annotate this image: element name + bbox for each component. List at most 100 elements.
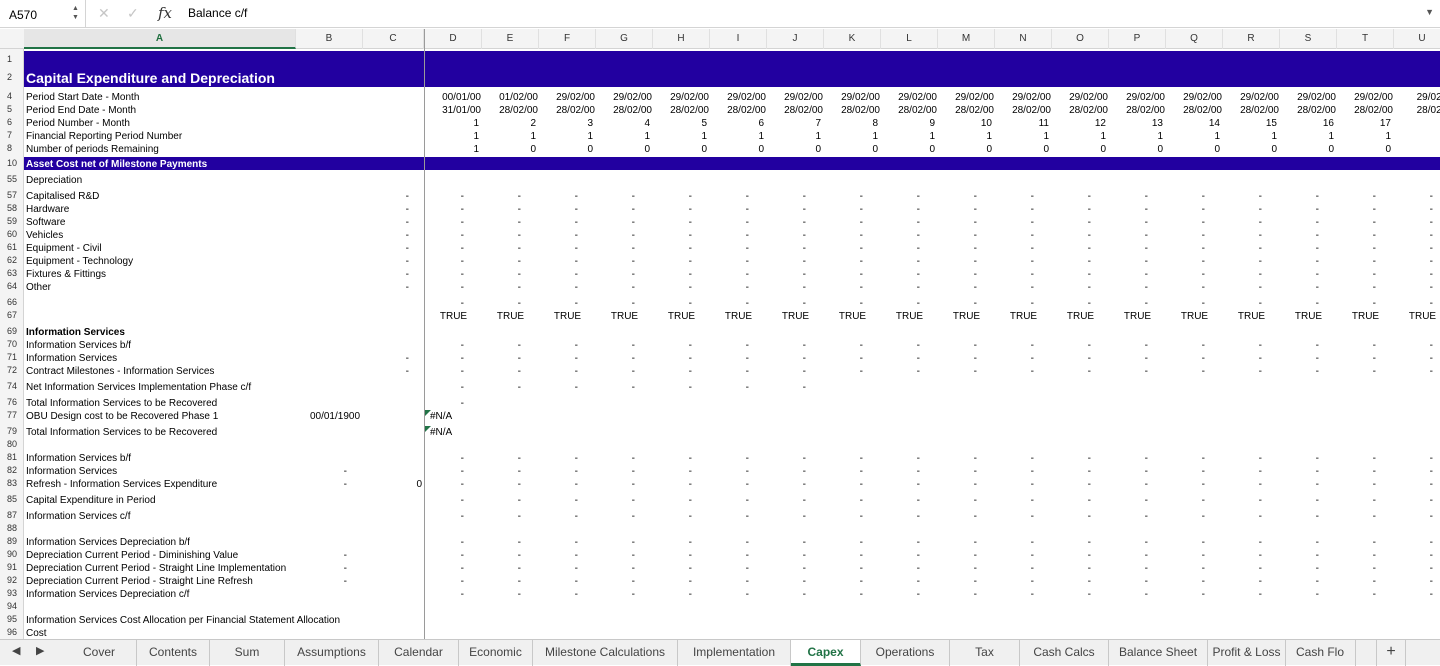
cell-fin-periods[interactable]: 1 [1280,130,1334,143]
cell-dash[interactable]: - [425,536,464,549]
cell-dash[interactable]: - [539,255,578,268]
cell-dash[interactable]: - [425,381,464,394]
cell-dash[interactable]: - [824,549,863,562]
column-header-o[interactable]: O [1052,29,1109,49]
cell-fin-periods[interactable]: 1 [1052,130,1106,143]
cell-start-dates[interactable]: 29/02/00 [541,91,595,104]
label-row-81[interactable]: Information Services b/f [26,452,131,465]
cell-start-dates[interactable]: 29/02/00 [598,91,652,104]
cell-start-dates[interactable]: 29/02/00 [940,91,994,104]
cell-dash[interactable]: - [767,465,806,478]
cell-dash[interactable]: - [881,216,920,229]
cell-dash[interactable]: - [881,465,920,478]
cell-fin-periods[interactable]: 1 [824,130,878,143]
cell-dash[interactable]: - [1394,478,1433,491]
cell-dash[interactable]: - [539,494,578,507]
cell-dash[interactable]: - [1166,216,1205,229]
sheet-tab-capex[interactable]: Capex [791,640,861,666]
row-header-80[interactable]: 80 [0,439,24,449]
cell-dash[interactable]: - [881,575,920,588]
cell-end-dates[interactable]: 28/02/00 [826,104,880,117]
cell-true[interactable]: TRUE [938,310,995,323]
column-header-n[interactable]: N [995,29,1052,49]
cell-dash[interactable]: - [482,339,521,352]
cell-dash[interactable]: - [1052,281,1091,294]
cell-fin-periods[interactable]: 1 [767,130,821,143]
cell-dash[interactable]: - [767,297,806,310]
cell-fin-periods[interactable]: 1 [881,130,935,143]
cell-dash[interactable]: - [1109,229,1148,242]
cell-end-dates[interactable]: 28/02/0 [1396,104,1440,117]
cell-dash[interactable]: - [881,339,920,352]
cell-dash[interactable]: - [824,510,863,523]
cell-dash[interactable]: - [1394,465,1433,478]
label-row-83[interactable]: Refresh - Information Services Expenditu… [26,478,217,491]
cell-dash[interactable]: - [1394,216,1433,229]
cell-dash[interactable]: - [539,297,578,310]
cell-period-numbers[interactable]: 14 [1166,117,1220,130]
cell-dash[interactable]: - [1394,339,1433,352]
cell-dash[interactable]: - [1166,339,1205,352]
cell-dash[interactable]: - [1280,229,1319,242]
cell-dash[interactable]: - [482,203,521,216]
column-header-f[interactable]: F [539,29,596,49]
cell-dash[interactable]: - [881,588,920,601]
cell-dash[interactable]: - [1280,562,1319,575]
cell-dash[interactable]: - [425,203,464,216]
cell-dash[interactable]: - [653,190,692,203]
cell-dash[interactable]: - [824,242,863,255]
cell-dash[interactable]: - [824,494,863,507]
cell-dash[interactable]: - [1394,510,1433,523]
cell-dash[interactable]: - [596,216,635,229]
cell-dash[interactable]: - [482,381,521,394]
cell-dash[interactable]: - [1280,465,1319,478]
cell-dash[interactable]: - [1109,339,1148,352]
cell-period-numbers[interactable]: 11 [995,117,1049,130]
sheet-tab-calendar[interactable]: Calendar [379,640,459,666]
cell-dash[interactable]: - [1223,352,1262,365]
cell-end-dates[interactable]: 28/02/00 [1339,104,1393,117]
cell-true[interactable]: TRUE [653,310,710,323]
cell-d79-na[interactable]: #N/A [430,426,470,439]
row-header-76[interactable]: 76 [0,397,24,407]
cell-start-dates[interactable]: 29/02/00 [1339,91,1393,104]
cell-start-dates[interactable]: 29/02/00 [769,91,823,104]
cell-dash[interactable]: - [1109,494,1148,507]
cell-dash[interactable]: - [824,339,863,352]
row-header-95[interactable]: 95 [0,614,24,624]
cell-remaining[interactable]: 0 [995,143,1049,156]
cell-dash[interactable]: - [767,281,806,294]
cell-dash[interactable]: - [1052,339,1091,352]
cell-true[interactable]: TRUE [767,310,824,323]
cell-dash[interactable]: - [596,549,635,562]
row-header-71[interactable]: 71 [0,352,24,362]
row-header-10[interactable]: 10 [0,158,24,168]
cell-dash[interactable]: - [1052,297,1091,310]
cell-dash[interactable]: - [539,381,578,394]
cell-period-numbers[interactable]: 16 [1280,117,1334,130]
cell-dash[interactable]: - [938,339,977,352]
cell-period-numbers[interactable]: 8 [824,117,878,130]
cell-period-numbers[interactable]: 4 [596,117,650,130]
cell-dash[interactable]: - [596,229,635,242]
cell-dash[interactable]: - [1394,452,1433,465]
row-header-72[interactable]: 72 [0,365,24,375]
cell-dash[interactable]: - [995,365,1034,378]
label-row-74[interactable]: Net Information Services Implementation … [26,381,251,394]
cell-period-numbers[interactable]: 12 [1052,117,1106,130]
sheet-tab-cash-calcs[interactable]: Cash Calcs [1020,640,1109,666]
label-row-5[interactable]: Period End Date - Month [26,104,136,117]
cell-b-dash[interactable]: - [296,575,347,588]
cell-dash[interactable]: - [710,297,749,310]
cell-remaining[interactable]: 0 [596,143,650,156]
column-header-k[interactable]: K [824,29,881,49]
cell-dash[interactable]: - [1337,549,1376,562]
next-sheet-icon[interactable]: ▶ [36,644,44,657]
cell-dash[interactable]: - [653,216,692,229]
cell-end-dates[interactable]: 28/02/00 [940,104,994,117]
cell-dash[interactable]: - [938,242,977,255]
cell-dash[interactable]: - [596,255,635,268]
cell-dash[interactable]: - [995,297,1034,310]
cell-dash[interactable]: - [1337,255,1376,268]
cell-dash[interactable]: - [824,452,863,465]
